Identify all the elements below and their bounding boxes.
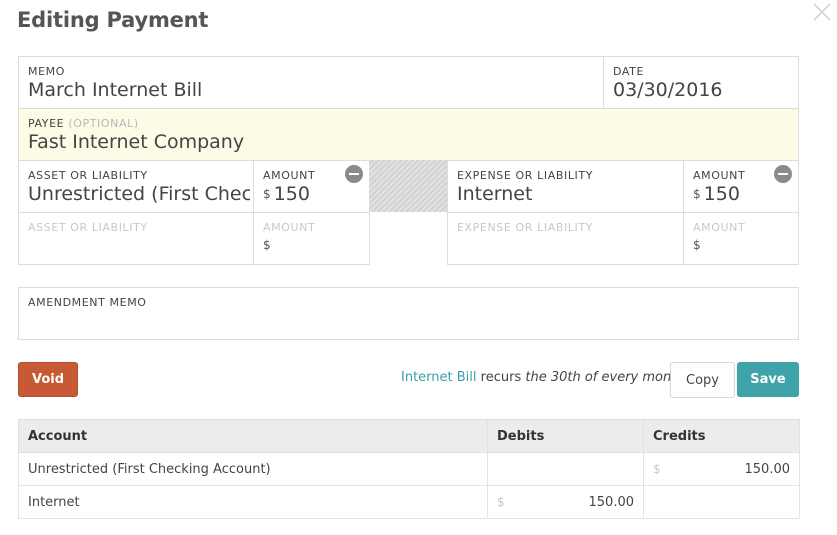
expense-amount-value: $150	[693, 183, 740, 205]
expense-amount-currency: $	[693, 238, 701, 252]
column-header-account: Account	[18, 419, 488, 453]
currency-symbol: $	[497, 495, 505, 509]
payee-value: Fast Internet Company	[28, 131, 245, 153]
asset-account-field[interactable]: ASSET OR LIABILITY Unrestricted (First C…	[18, 160, 254, 213]
expense-amount-field-empty[interactable]: AMOUNT $	[683, 212, 799, 265]
recurrence-link[interactable]: Internet Bill	[401, 370, 477, 385]
asset-amount-field-empty[interactable]: AMOUNT $	[253, 212, 370, 265]
asset-account-value: Unrestricted (First Chec	[28, 183, 250, 205]
column-header-debits: Debits	[487, 419, 644, 453]
table-header-row: Account Debits Credits	[18, 419, 800, 453]
payee-optional-tag: (OPTIONAL)	[68, 117, 139, 130]
asset-account-label: ASSET OR LIABILITY	[28, 169, 148, 182]
date-value: 03/30/2016	[613, 79, 723, 101]
date-field[interactable]: DATE 03/30/2016	[603, 56, 799, 109]
credit-value: 150.00	[744, 461, 791, 477]
asset-amount-label: AMOUNT	[263, 169, 316, 182]
expense-amount-label: AMOUNT	[693, 169, 746, 182]
asset-amount-value: $150	[263, 183, 310, 205]
memo-field[interactable]: MEMO March Internet Bill	[18, 56, 604, 109]
row-credit: $150.00	[643, 452, 800, 486]
expense-account-field-empty[interactable]: EXPENSE OR LIABILITY	[447, 212, 684, 265]
row-credit	[643, 485, 800, 519]
asset-account-placeholder: ASSET OR LIABILITY	[28, 221, 148, 234]
payee-field[interactable]: PAYEE (OPTIONAL) Fast Internet Company	[18, 108, 799, 161]
row-debit	[487, 452, 644, 486]
asset-amount-currency: $	[263, 238, 271, 252]
void-button[interactable]: Void	[18, 362, 78, 397]
row-account: Unrestricted (First Checking Account)	[18, 452, 488, 486]
amendment-memo-field[interactable]: AMENDMENT MEMO	[18, 287, 799, 340]
recurrence-text: recurs	[480, 370, 522, 385]
remove-line-icon[interactable]	[774, 165, 792, 183]
asset-account-field-empty[interactable]: ASSET OR LIABILITY	[18, 212, 254, 265]
row-account: Internet	[18, 485, 488, 519]
table-row: Internet $150.00	[18, 485, 800, 519]
copy-button[interactable]: Copy	[670, 362, 735, 398]
split-divider	[369, 160, 448, 212]
recurrence-schedule: the 30th of every month	[525, 370, 685, 385]
column-header-credits: Credits	[643, 419, 800, 453]
asset-amount-field[interactable]: AMOUNT $150	[253, 160, 370, 213]
recurrence-note: Internet Bill recurs the 30th of every m…	[401, 370, 685, 385]
expense-account-placeholder: EXPENSE OR LIABILITY	[457, 221, 594, 234]
payee-label: PAYEE (OPTIONAL)	[28, 117, 139, 130]
expense-account-value: Internet	[457, 183, 533, 205]
dialog-title: Editing Payment	[17, 8, 209, 32]
memo-value: March Internet Bill	[28, 79, 203, 101]
table-row: Unrestricted (First Checking Account) $1…	[18, 452, 800, 486]
expense-amount-field[interactable]: AMOUNT $150	[683, 160, 799, 213]
asset-amount-placeholder: AMOUNT	[263, 221, 316, 234]
expense-account-label: EXPENSE OR LIABILITY	[457, 169, 594, 182]
amendment-memo-label: AMENDMENT MEMO	[28, 296, 147, 309]
journal-table: Account Debits Credits Unrestricted (Fir…	[18, 419, 800, 519]
row-debit: $150.00	[487, 485, 644, 519]
remove-line-icon[interactable]	[345, 165, 363, 183]
debit-value: 150.00	[588, 494, 635, 510]
close-icon[interactable]	[810, 0, 834, 24]
expense-account-field[interactable]: EXPENSE OR LIABILITY Internet	[447, 160, 684, 213]
save-button[interactable]: Save	[737, 362, 799, 397]
expense-amount-placeholder: AMOUNT	[693, 221, 746, 234]
currency-symbol: $	[653, 462, 661, 476]
memo-label: MEMO	[28, 65, 65, 78]
date-label: DATE	[613, 65, 645, 78]
